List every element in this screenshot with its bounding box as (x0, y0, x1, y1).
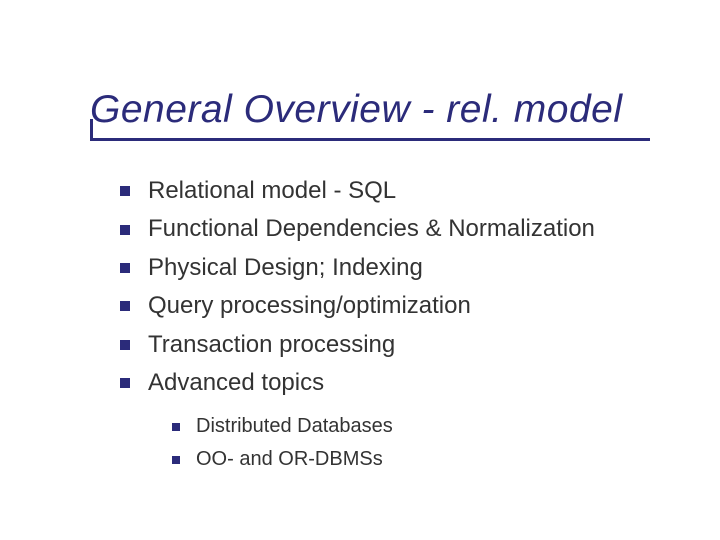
list-item-text: Transaction processing (148, 329, 395, 361)
sub-list: Distributed Databases OO- and OR-DBMSs (172, 413, 670, 473)
title-container: General Overview - rel. model (90, 90, 680, 131)
list-item: Functional Dependencies & Normalization (120, 213, 670, 245)
square-bullet-icon (120, 378, 130, 388)
square-bullet-icon (120, 301, 130, 311)
slide-title: General Overview - rel. model (90, 90, 680, 131)
list-item-text: Physical Design; Indexing (148, 252, 423, 284)
list-item: Distributed Databases (172, 413, 670, 440)
square-bullet-icon (120, 263, 130, 273)
square-bullet-icon (120, 340, 130, 350)
square-bullet-icon (120, 225, 130, 235)
square-bullet-icon (172, 456, 180, 464)
slide-body: Relational model - SQL Functional Depend… (120, 175, 670, 479)
list-item: Relational model - SQL (120, 175, 670, 207)
list-item: Query processing/optimization (120, 290, 670, 322)
list-item: Transaction processing (120, 329, 670, 361)
list-item-text: Advanced topics (148, 367, 324, 399)
list-item-text: Distributed Databases (196, 413, 393, 440)
title-rule (90, 138, 650, 141)
list-item-text: Relational model - SQL (148, 175, 396, 207)
slide: General Overview - rel. model Relational… (0, 0, 720, 540)
list-item: OO- and OR-DBMSs (172, 446, 670, 473)
list-item-text: OO- and OR-DBMSs (196, 446, 383, 473)
square-bullet-icon (172, 423, 180, 431)
list-item: Physical Design; Indexing (120, 252, 670, 284)
list-item-text: Functional Dependencies & Normalization (148, 213, 595, 245)
list-item: Advanced topics (120, 367, 670, 399)
list-item-text: Query processing/optimization (148, 290, 471, 322)
square-bullet-icon (120, 186, 130, 196)
